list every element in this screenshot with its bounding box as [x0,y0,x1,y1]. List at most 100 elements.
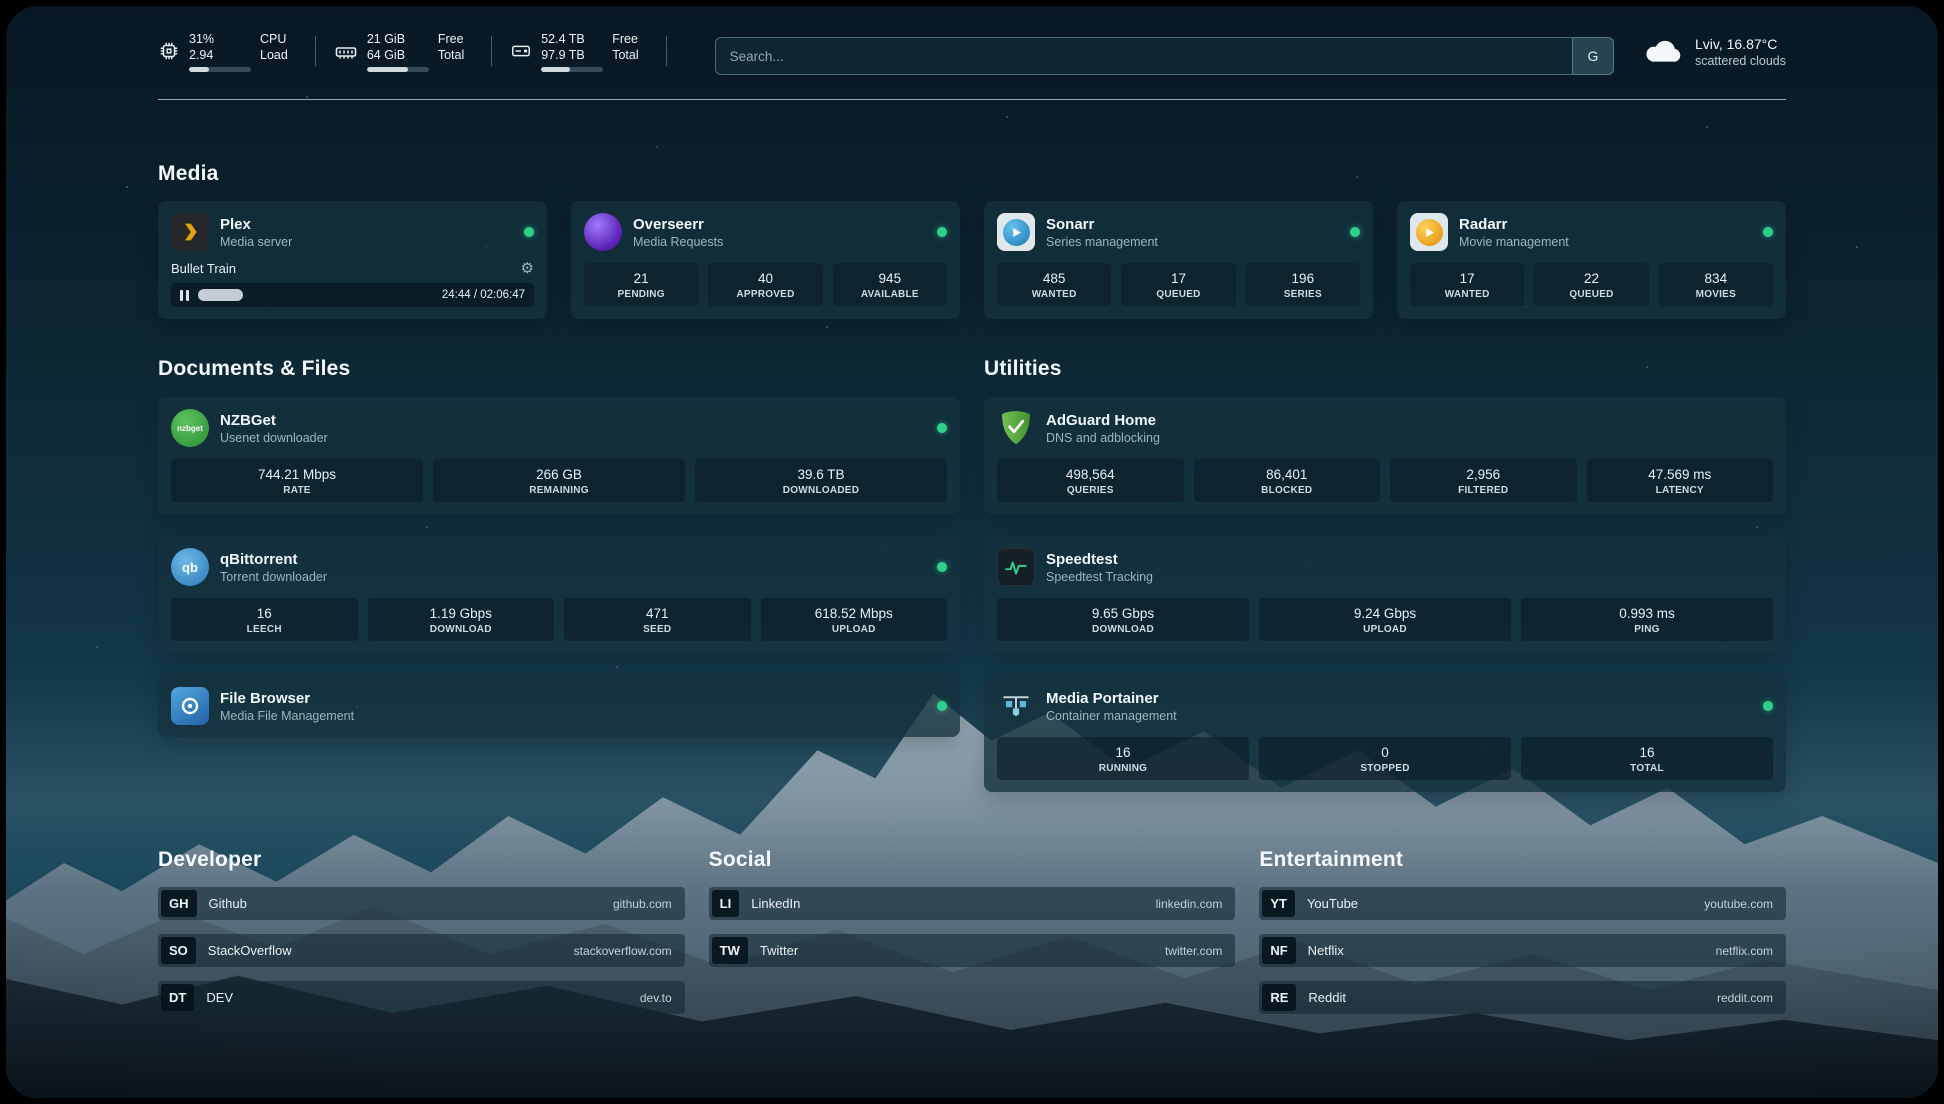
service-description: Speedtest Tracking [1046,569,1153,585]
service-description: Torrent downloader [220,569,327,585]
stat-ping: 0.993 ms PING [1521,598,1773,641]
service-card-plex[interactable]: Plex Media server Bullet Train ⚙ 24:44 /… [158,201,547,319]
topbar-divider [158,99,1786,100]
bookmark-name: Netflix [1308,943,1344,958]
speedtest-icon [997,548,1035,586]
bookmark-dev[interactable]: DT DEV dev.to [158,981,685,1014]
bookmark-name: LinkedIn [751,896,800,911]
service-card-radarr[interactable]: Radarr Movie management 17 WANTED 22 QUE… [1397,201,1786,319]
overseerr-icon [584,213,622,251]
bookmark-domain: linkedin.com [1156,897,1233,911]
status-dot [524,227,534,237]
service-description: Media File Management [220,708,354,724]
screen-frame: 31% 2.94 CPU Load [6,6,1938,1098]
playback-bar: 24:44 / 02:06:47 [171,283,534,307]
status-dot [1763,227,1773,237]
bookmark-name: Twitter [760,943,798,958]
memory-icon [334,40,358,64]
bookmark-abbr: NF [1262,937,1295,964]
stat-wanted: 17 WANTED [1410,263,1524,306]
bookmark-netflix[interactable]: NF Netflix netflix.com [1259,934,1786,967]
plex-icon [171,213,209,251]
bookmark-domain: stackoverflow.com [574,944,682,958]
stat-blocked: 86,401 BLOCKED [1194,459,1381,502]
service-name: File Browser [220,689,354,708]
search-input[interactable] [715,37,1572,75]
service-card-filebrowser[interactable]: File Browser Media File Management [158,675,960,737]
bookmark-github[interactable]: GH Github github.com [158,887,685,920]
service-description: Usenet downloader [220,430,328,446]
weather-location: Lviv, 16.87°C [1695,35,1786,53]
filebrowser-icon [171,687,209,725]
stat-download: 1.19 Gbps DOWNLOAD [368,598,555,641]
stat-queued: 22 QUEUED [1534,263,1648,306]
radarr-icon [1410,213,1448,251]
memory-free-label: Free [438,32,464,48]
bookmark-abbr: GH [161,890,197,917]
disk-icon [510,40,532,62]
bookmark-abbr: SO [161,937,196,964]
bookmark-domain: youtube.com [1704,897,1783,911]
stat-leech: 16 LEECH [171,598,358,641]
service-description: Series management [1046,234,1158,250]
stat-downloaded: 39.6 TB DOWNLOADED [695,459,947,502]
bookmark-name: Github [209,896,247,911]
bookmark-domain: dev.to [640,991,682,1005]
bookmark-abbr: DT [161,984,194,1011]
bookmark-abbr: TW [712,937,748,964]
playback-time: 24:44 / 02:06:47 [442,289,525,301]
status-dot [1763,701,1773,711]
top-bar: 31% 2.94 CPU Load [158,32,1786,82]
stat-rate: 744.21 Mbps RATE [171,459,423,502]
section-media: Media Plex Media server Bullet [158,162,1786,319]
playback-progress-track[interactable] [198,289,433,301]
bookmark-group-social: Social LI LinkedIn linkedin.com TW Twitt… [709,848,1236,1028]
section-title-developer: Developer [158,848,685,872]
bookmark-name: DEV [206,990,233,1005]
status-dot [937,701,947,711]
cpu-usage-label: CPU [260,32,288,48]
service-card-overseerr[interactable]: Overseerr Media Requests 21 PENDING 40 A… [571,201,960,319]
weather-condition: scattered clouds [1695,53,1786,70]
stat-upload: 9.24 Gbps UPLOAD [1259,598,1511,641]
memory-total-label: Total [438,48,464,64]
service-card-speedtest[interactable]: Speedtest Speedtest Tracking 9.65 Gbps D… [984,536,1786,653]
adguard-icon [997,409,1035,447]
bookmark-domain: github.com [613,897,682,911]
bookmark-abbr: YT [1262,890,1295,917]
bookmark-name: Reddit [1308,990,1346,1005]
qbittorrent-icon: qb [171,548,209,586]
service-name: Plex [220,215,292,234]
service-description: Movie management [1459,234,1569,250]
service-card-nzbget[interactable]: nzbget NZBGet Usenet downloader 744.21 M… [158,397,960,514]
bookmark-domain: reddit.com [1717,991,1783,1005]
service-name: qBittorrent [220,550,327,569]
settings-icon[interactable]: ⚙ [521,261,534,276]
stat-available: 945 AVAILABLE [833,263,947,306]
pause-icon[interactable] [180,290,189,301]
search-provider-button[interactable]: G [1572,37,1614,75]
stat-wanted: 485 WANTED [997,263,1111,306]
cpu-usage-bar [189,67,251,72]
service-card-portainer[interactable]: Media Portainer Container management 16 … [984,675,1786,792]
bookmark-twitter[interactable]: TW Twitter twitter.com [709,934,1236,967]
bookmark-stackoverflow[interactable]: SO StackOverflow stackoverflow.com [158,934,685,967]
stat-latency: 47.569 ms LATENCY [1587,459,1774,502]
bookmark-linkedin[interactable]: LI LinkedIn linkedin.com [709,887,1236,920]
cpu-load-label: Load [260,48,288,64]
service-name: Radarr [1459,215,1569,234]
service-description: DNS and adblocking [1046,430,1160,446]
stat-upload: 618.52 Mbps UPLOAD [761,598,948,641]
service-card-sonarr[interactable]: Sonarr Series management 485 WANTED 17 Q… [984,201,1373,319]
service-name: Speedtest [1046,550,1153,569]
disk-total-label: Total [612,48,638,64]
cpu-load-value: 2.94 [189,48,251,64]
bookmark-abbr: LI [712,890,740,917]
bookmark-youtube[interactable]: YT YouTube youtube.com [1259,887,1786,920]
service-card-adguard[interactable]: AdGuard Home DNS and adblocking 498,564 … [984,397,1786,514]
bookmark-reddit[interactable]: RE Reddit reddit.com [1259,981,1786,1014]
bookmark-group-developer: Developer GH Github github.com SO StackO… [158,848,685,1028]
service-card-qbittorrent[interactable]: qb qBittorrent Torrent downloader 16 LEE… [158,536,960,653]
service-description: Media Requests [633,234,723,250]
stat-approved: 40 APPROVED [708,263,822,306]
